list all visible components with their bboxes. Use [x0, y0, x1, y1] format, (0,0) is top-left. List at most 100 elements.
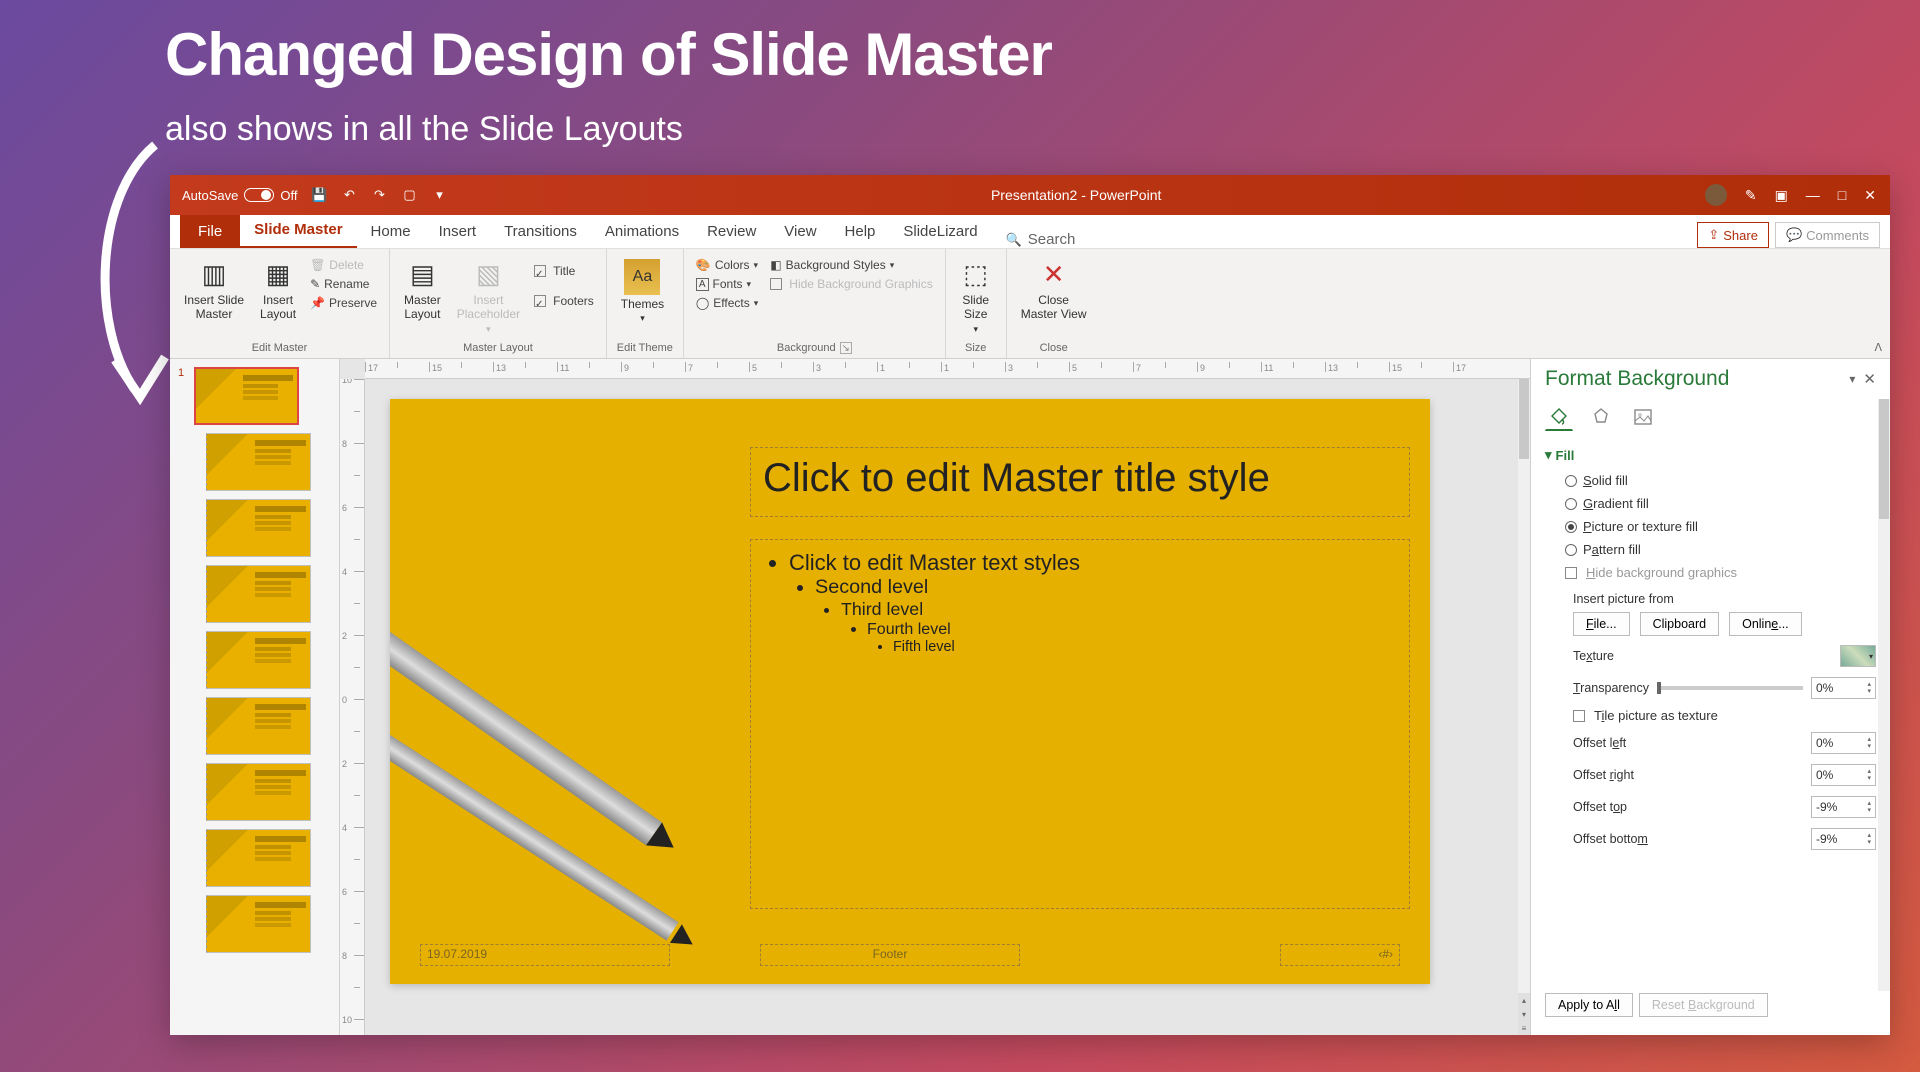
fill-tab-icon[interactable]: [1545, 403, 1573, 431]
transparency-slider[interactable]: [1657, 686, 1803, 690]
rename-button[interactable]: ✎Rename: [308, 276, 379, 292]
effects-tab-icon[interactable]: [1587, 403, 1615, 431]
tile-checkbox[interactable]: Tile picture as texture: [1545, 704, 1876, 727]
slide-number-placeholder[interactable]: ‹#›: [1280, 944, 1400, 966]
minimize-button[interactable]: —: [1806, 187, 1820, 203]
slide-thumbnails-pane[interactable]: 1: [170, 359, 340, 1035]
insert-slide-master-icon: ▥: [198, 259, 230, 291]
layout-thumbnail[interactable]: [206, 829, 311, 887]
solid-fill-radio[interactable]: Solid fill: [1545, 469, 1876, 492]
checkbox-icon: [1565, 567, 1577, 579]
ribbon-display-icon[interactable]: ▣: [1775, 187, 1788, 204]
tab-help[interactable]: Help: [831, 215, 890, 248]
slide-canvas-area: 17151311975311357911131517 1086420246810…: [340, 359, 1530, 1035]
title-placeholder[interactable]: Click to edit Master title style: [750, 447, 1410, 517]
online-button[interactable]: Online...: [1729, 612, 1802, 636]
close-master-icon: ✕: [1038, 259, 1070, 291]
vertical-scrollbar[interactable]: ▴ ▾ ≡: [1518, 379, 1530, 1035]
offset-left-input[interactable]: 0%▴▾: [1811, 732, 1876, 754]
maximize-button[interactable]: □: [1838, 187, 1846, 203]
autosave-toggle[interactable]: AutoSave Off: [182, 188, 297, 203]
collapse-ribbon-icon[interactable]: ᐱ: [1874, 341, 1882, 354]
scroll-down-icon[interactable]: ▾: [1518, 1007, 1530, 1021]
pane-scrollbar[interactable]: [1878, 399, 1890, 991]
title-checkbox[interactable]: Title: [532, 263, 596, 279]
fonts-icon: A: [696, 278, 709, 291]
content-placeholder[interactable]: Click to edit Master text styles Second …: [750, 539, 1410, 909]
master-layout-button[interactable]: ▤Master Layout: [400, 257, 445, 324]
tab-home[interactable]: Home: [357, 215, 425, 248]
slide-master-canvas[interactable]: Click to edit Master title style Click t…: [390, 399, 1430, 984]
share-icon: ⇪: [1708, 227, 1719, 243]
gradient-fill-radio[interactable]: Gradient fill: [1545, 492, 1876, 515]
layout-thumbnail[interactable]: [206, 631, 311, 689]
effects-button[interactable]: ◯Effects▾: [694, 295, 760, 311]
undo-icon[interactable]: ↶: [341, 187, 357, 203]
tab-insert[interactable]: Insert: [425, 215, 491, 248]
tab-slidelizard[interactable]: SlideLizard: [889, 215, 991, 248]
vertical-ruler[interactable]: 1086420246810: [340, 379, 365, 1035]
comments-button[interactable]: 💬Comments: [1775, 222, 1880, 248]
transparency-label: Transparency: [1573, 681, 1649, 695]
clipboard-button[interactable]: Clipboard: [1640, 612, 1720, 636]
save-icon[interactable]: 💾: [311, 187, 327, 203]
dialog-launcher-icon[interactable]: ↘: [840, 342, 852, 354]
preserve-button[interactable]: 📌Preserve: [308, 295, 379, 311]
file-button[interactable]: File...: [1573, 612, 1630, 636]
close-master-view-button[interactable]: ✕Close Master View: [1017, 257, 1091, 324]
close-button[interactable]: ✕: [1864, 187, 1876, 204]
offset-right-input[interactable]: 0%▴▾: [1811, 764, 1876, 786]
picture-tab-icon[interactable]: [1629, 403, 1657, 431]
pattern-fill-radio[interactable]: Pattern fill: [1545, 538, 1876, 561]
fill-section-header[interactable]: ▾Fill: [1545, 441, 1876, 469]
scroll-menu-icon[interactable]: ≡: [1518, 1021, 1530, 1035]
tab-review[interactable]: Review: [693, 215, 770, 248]
scrollbar-handle[interactable]: [1519, 379, 1529, 459]
hide-bg-graphics-checkbox: Hide background graphics: [1545, 561, 1876, 584]
texture-dropdown[interactable]: ▾: [1840, 645, 1876, 667]
scroll-up-icon[interactable]: ▴: [1518, 993, 1530, 1007]
themes-button[interactable]: AaThemes▾: [617, 257, 668, 326]
date-placeholder[interactable]: 19.07.2019: [420, 944, 670, 966]
layout-thumbnail[interactable]: [206, 565, 311, 623]
titlebar: AutoSave Off 💾 ↶ ↷ ▢ ▾ Presentation2 - P…: [170, 175, 1890, 215]
tab-file[interactable]: File: [180, 215, 240, 248]
qat-dropdown-icon[interactable]: ▾: [431, 187, 447, 203]
tab-animations[interactable]: Animations: [591, 215, 693, 248]
share-button[interactable]: ⇪Share: [1697, 222, 1769, 248]
insert-slide-master-button[interactable]: ▥Insert Slide Master: [180, 257, 248, 324]
layout-thumbnail[interactable]: [206, 433, 311, 491]
start-from-beginning-icon[interactable]: ▢: [401, 187, 417, 203]
redo-icon[interactable]: ↷: [371, 187, 387, 203]
layout-thumbnail[interactable]: [206, 697, 311, 755]
horizontal-ruler[interactable]: 17151311975311357911131517: [365, 359, 1530, 379]
pane-close-icon[interactable]: ✕: [1863, 370, 1876, 388]
window-controls: ✎ ▣ — □ ✕: [1705, 184, 1876, 206]
delete-button: 🗑Delete: [308, 257, 379, 273]
tell-me-search[interactable]: Search: [992, 231, 1090, 248]
insert-layout-button[interactable]: ▦Insert Layout: [256, 257, 300, 324]
tab-transitions[interactable]: Transitions: [490, 215, 591, 248]
hide-background-checkbox: Hide Background Graphics: [768, 276, 934, 292]
pane-options-icon[interactable]: ▾: [1849, 372, 1855, 386]
user-avatar[interactable]: [1705, 184, 1727, 206]
tab-view[interactable]: View: [770, 215, 830, 248]
fonts-button[interactable]: AFonts▾: [694, 276, 760, 292]
background-styles-button[interactable]: ◧Background Styles▾: [768, 257, 934, 273]
transparency-input[interactable]: 0%▴▾: [1811, 677, 1876, 699]
colors-button[interactable]: 🎨Colors▾: [694, 257, 760, 273]
layout-thumbnail[interactable]: [206, 499, 311, 557]
offset-top-input[interactable]: -9%▴▾: [1811, 796, 1876, 818]
slide-size-button[interactable]: ⬚Slide Size▾: [956, 257, 996, 337]
tab-slide-master[interactable]: Slide Master: [240, 213, 356, 248]
footers-checkbox[interactable]: Footers: [532, 293, 596, 309]
coming-soon-icon[interactable]: ✎: [1745, 187, 1757, 204]
offset-bottom-input[interactable]: -9%▴▾: [1811, 828, 1876, 850]
slide-master-thumbnail[interactable]: [194, 367, 299, 425]
layout-thumbnail[interactable]: [206, 763, 311, 821]
slide-scroll-region[interactable]: Click to edit Master title style Click t…: [365, 379, 1518, 1035]
apply-to-all-button[interactable]: Apply to All: [1545, 993, 1633, 1017]
footer-placeholder[interactable]: Footer: [760, 944, 1020, 966]
layout-thumbnail[interactable]: [206, 895, 311, 953]
picture-fill-radio[interactable]: Picture or texture fill: [1545, 515, 1876, 538]
